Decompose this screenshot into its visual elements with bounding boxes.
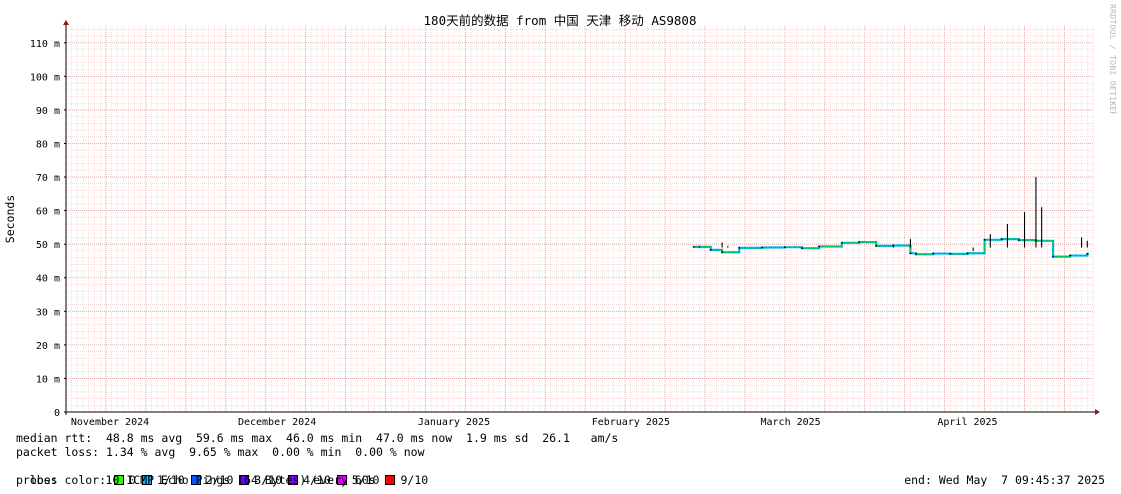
chart-grid — [65, 26, 1094, 413]
median-point — [858, 241, 860, 244]
y-tick-label: 90 m — [36, 106, 60, 117]
packet-loss-line: packet loss: 1.34 % avg 9.65 % max 0.00 … — [16, 445, 425, 459]
median-rtt-line: median rtt: 48.8 ms avg 59.6 ms max 46.0… — [16, 431, 619, 445]
median-point — [692, 245, 695, 248]
median-point — [1069, 254, 1072, 257]
y-tick-label: 50 m — [36, 240, 60, 251]
median-point — [801, 247, 803, 250]
median-point — [784, 246, 786, 249]
y-tick-label: 80 m — [36, 139, 60, 150]
median-point — [1086, 253, 1089, 255]
probe-text: 10 ICMP Echo Pings (64 Bytes) every 60s — [105, 473, 376, 487]
y-tick-label: 40 m — [36, 274, 60, 285]
median-point — [841, 241, 843, 244]
loss-swatch-label: 9/10 — [400, 473, 429, 487]
median-point — [983, 238, 986, 241]
y-tick-label: 30 m — [36, 307, 60, 318]
y-tick-label: 10 m — [36, 374, 60, 385]
x-tick-label: January 2025 — [418, 417, 490, 428]
series-0 — [692, 238, 1089, 258]
y-tick-label: 110 m — [30, 39, 60, 50]
y-tick-label: 70 m — [36, 173, 60, 184]
median-point — [909, 252, 912, 255]
median-point — [761, 246, 763, 249]
median-point — [738, 246, 741, 249]
median-point — [709, 248, 712, 251]
y-axis-arrow — [63, 20, 69, 25]
y-tick-label: 100 m — [30, 72, 60, 83]
median-point — [875, 244, 878, 247]
median-point — [966, 252, 969, 255]
median-point — [915, 253, 918, 256]
rrdtool-watermark: RRDTOOL / TOBI OETIKER — [1108, 4, 1117, 114]
median-point — [949, 253, 952, 255]
x-tick-label: November 2024 — [71, 417, 149, 428]
probe-label: probe: — [16, 473, 58, 487]
x-tick-label: February 2025 — [592, 417, 670, 428]
x-tick-label: April 2025 — [937, 417, 997, 428]
median-point — [818, 245, 821, 248]
loss-swatch-6 — [385, 475, 396, 485]
watermark-text: RRDTOOL / TOBI OETIKER — [1108, 4, 1117, 114]
probe-line: probe: 10 ICMP Echo Pings (64 Bytes) ever… — [16, 473, 376, 487]
x-tick-label: March 2025 — [760, 417, 820, 428]
y-tick-label: 20 m — [36, 341, 60, 352]
end-timestamp: end: Wed May 7 09:45:37 2025 — [904, 473, 1105, 487]
chart-tick-labels: 0 10 m 20 m 30 m 40 m 50 m 60 m 70 m 80 m 90 m 100… — [30, 39, 998, 428]
median-point — [1052, 255, 1054, 258]
median-point — [1017, 239, 1020, 242]
y-tick-label: 60 m — [36, 207, 60, 218]
median-point — [721, 251, 724, 254]
x-axis-arrow — [1095, 409, 1100, 415]
chart-title: 180天前的数据 from 中国 天津 移动 AS9808 — [424, 13, 697, 28]
x-tick-label: December 2024 — [238, 417, 316, 428]
latency-chart: 0 10 m 20 m 30 m 40 m 50 m 60 m 70 m 80 m 90 m 100… — [3, 13, 1100, 428]
median-rtt-band — [693, 238, 1089, 258]
median-point — [932, 252, 935, 255]
median-point — [1000, 238, 1003, 241]
y-axis-label: Seconds — [3, 195, 17, 243]
y-tick-label: 0 — [54, 408, 60, 419]
